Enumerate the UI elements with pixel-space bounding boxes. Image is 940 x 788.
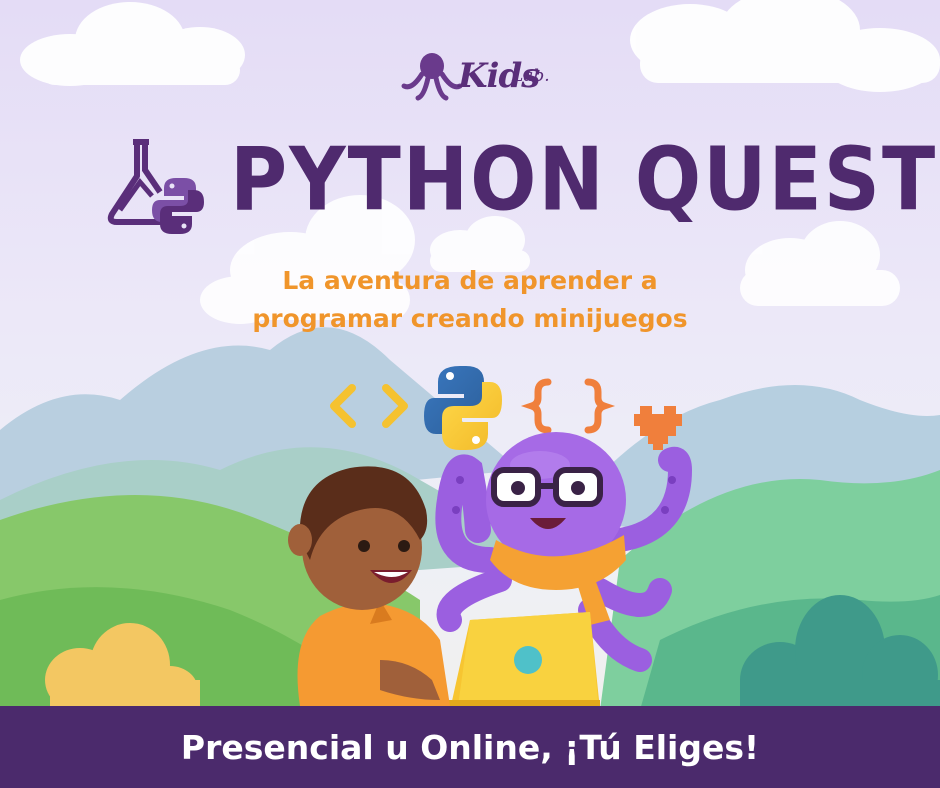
banner-text: Presencial u Online, ¡Tú Eliges! bbox=[180, 727, 760, 767]
illustration-scene bbox=[0, 0, 940, 718]
flask-python-icon bbox=[107, 139, 204, 234]
cloud-top-left bbox=[20, 2, 245, 86]
subtitle-line-1: La aventura de aprender a bbox=[282, 266, 658, 295]
brand-suffix: Lab. bbox=[512, 66, 550, 86]
subtitle: La aventura de aprender a programar crea… bbox=[170, 262, 770, 338]
poster: Kids Lab. PYTHON QUEST La aventura de ap… bbox=[0, 0, 940, 788]
subtitle-line-2: programar creando minijuegos bbox=[252, 304, 688, 333]
bottom-banner: Presencial u Online, ¡Tú Eliges! bbox=[0, 706, 940, 788]
cloud-top-right bbox=[630, 0, 940, 92]
brand-logo: Kids Lab. bbox=[400, 44, 560, 114]
curly-braces-icon bbox=[520, 378, 616, 434]
page-title: PYTHON QUEST bbox=[230, 130, 938, 231]
